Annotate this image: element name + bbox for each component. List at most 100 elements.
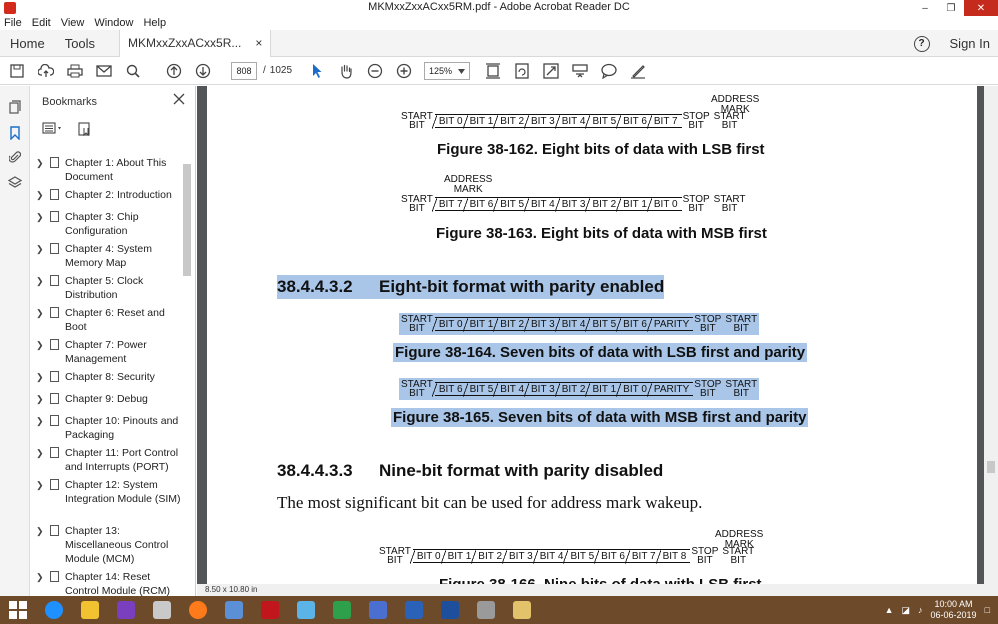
stop-bit: STOP BIT [682, 111, 710, 131]
close-panel-icon[interactable] [173, 92, 185, 109]
zoom-out-icon[interactable] [366, 62, 384, 80]
next-page-icon[interactable] [194, 62, 212, 80]
bookmark-item[interactable]: ❯ Chapter 11: Port Control and Interrupts… [36, 446, 182, 474]
chevron-right-icon[interactable]: ❯ [36, 370, 48, 384]
dev-app-icon[interactable] [432, 596, 468, 624]
bookmark-item[interactable]: ❯ Chapter 8: Security [36, 370, 182, 384]
bookmarks-scrollbar[interactable] [183, 152, 191, 592]
tab-bar-right: ? Sign In [913, 30, 990, 57]
bookmark-item[interactable]: ❯ Chapter 12: System Integration Module (… [36, 478, 182, 506]
stop-bit: STOP BIT [691, 546, 719, 566]
chevron-right-icon[interactable]: ❯ [36, 446, 48, 474]
attachments-icon[interactable] [8, 150, 22, 164]
help-icon[interactable]: ? [913, 35, 930, 52]
firefox-icon[interactable] [180, 596, 216, 624]
bookmarks-scroll-thumb[interactable] [183, 164, 191, 276]
hand-tool-icon[interactable] [337, 62, 355, 80]
bookmark-item[interactable]: ❯ Chapter 5: Clock Distribution [36, 274, 182, 302]
document-scroll-thumb[interactable] [987, 461, 995, 473]
menu-view[interactable]: View [61, 17, 85, 29]
new-bookmark-icon[interactable] [78, 122, 92, 139]
menu-help[interactable]: Help [143, 17, 166, 29]
chevron-right-icon[interactable]: ❯ [36, 188, 48, 202]
page-separator: / [263, 65, 266, 76]
tray-chevron-icon[interactable]: ▲ [885, 605, 894, 615]
restore-button[interactable]: ❐ [938, 0, 964, 16]
minimize-button[interactable]: – [912, 0, 938, 16]
chevron-right-icon[interactable]: ❯ [36, 414, 48, 442]
acrobat-taskbar-icon[interactable] [252, 596, 288, 624]
network-app-icon[interactable] [216, 596, 252, 624]
email-icon[interactable] [95, 62, 113, 80]
bookmark-item[interactable]: ❯ Chapter 14: Reset Control Module (RCM) [36, 570, 182, 598]
tab-document[interactable]: MKMxxZxxACxx5R... × [119, 29, 272, 57]
chevron-right-icon[interactable]: ❯ [36, 210, 48, 238]
select-cursor-icon[interactable] [308, 62, 326, 80]
volume-icon[interactable]: ♪ [918, 605, 923, 615]
document-horizontal-scrollbar[interactable] [197, 584, 998, 596]
bookmark-item[interactable]: ❯ Chapter 9: Debug [36, 392, 182, 406]
previous-page-icon[interactable] [165, 62, 183, 80]
rotate-icon[interactable] [513, 62, 531, 80]
bookmark-item[interactable]: ❯ Chapter 10: Pinouts and Packaging [36, 414, 182, 442]
menu-edit[interactable]: Edit [32, 17, 51, 29]
bookmark-options-icon[interactable] [42, 122, 64, 139]
chevron-right-icon[interactable]: ❯ [36, 478, 48, 506]
close-tab-icon[interactable]: × [255, 36, 262, 50]
upload-cloud-icon[interactable] [37, 62, 55, 80]
bookmark-item[interactable]: ❯ Chapter 3: Chip Configuration [36, 210, 182, 238]
notes-app-icon[interactable] [288, 596, 324, 624]
comment-icon[interactable] [600, 62, 618, 80]
bookmark-item[interactable]: ❯ Chapter 1: About This Document [36, 156, 182, 184]
page-number-input[interactable]: 808 [231, 61, 257, 80]
bookmark-item[interactable]: ❯ Chapter 4: System Memory Map [36, 242, 182, 270]
chevron-right-icon[interactable]: ❯ [36, 242, 48, 270]
clock[interactable]: 10:00 AM 06-06-2019 [931, 599, 977, 621]
menu-window[interactable]: Window [94, 17, 133, 29]
document-vertical-scrollbar[interactable] [984, 86, 998, 584]
save-app-icon[interactable] [108, 596, 144, 624]
notifications-icon[interactable]: □ [985, 605, 990, 615]
search-icon[interactable] [124, 62, 142, 80]
file-explorer-icon[interactable] [72, 596, 108, 624]
green-app-icon[interactable] [324, 596, 360, 624]
bookmark-item[interactable]: ❯ Chapter 2: Introduction [36, 188, 182, 202]
start-bit: START BIT [401, 379, 433, 399]
page-thumbnails-icon[interactable] [8, 100, 22, 114]
close-window-button[interactable]: ✕ [964, 0, 998, 16]
virtualbox-icon[interactable] [396, 596, 432, 624]
save-icon[interactable] [8, 62, 26, 80]
layers-icon[interactable] [8, 176, 22, 190]
menu-file[interactable]: File [4, 17, 22, 29]
print-icon[interactable] [66, 62, 84, 80]
chevron-right-icon[interactable]: ❯ [36, 274, 48, 302]
chevron-right-icon[interactable]: ❯ [36, 338, 48, 366]
internet-explorer-icon[interactable] [36, 596, 72, 624]
start-button[interactable] [0, 596, 36, 624]
sign-in-link[interactable]: Sign In [950, 36, 990, 51]
tab-tools[interactable]: Tools [55, 36, 105, 51]
zoom-select[interactable]: 125% [424, 61, 471, 80]
bookmark-item[interactable]: ❯ Chapter 13: Miscellaneous Control Modul… [36, 524, 182, 566]
zoom-in-icon[interactable] [395, 62, 413, 80]
bookmark-panel-icon[interactable] [8, 126, 22, 140]
chevron-right-icon[interactable]: ❯ [36, 156, 48, 184]
full-screen-icon[interactable] [542, 62, 560, 80]
folder-app-icon[interactable] [504, 596, 540, 624]
bookmark-item[interactable]: ❯ Chapter 6: Reset and Boot [36, 306, 182, 334]
chip-app-icon[interactable] [468, 596, 504, 624]
chevron-right-icon[interactable]: ❯ [36, 306, 48, 334]
network-icon[interactable]: ◪ [902, 605, 911, 616]
tab-home[interactable]: Home [0, 36, 55, 51]
chevron-right-icon[interactable]: ❯ [36, 570, 48, 598]
sign-pen-icon[interactable] [629, 62, 647, 80]
menu-bar: File Edit View Window Help [0, 16, 998, 30]
keyboard-app-icon[interactable] [144, 596, 180, 624]
bookmark-item[interactable]: ❯ Chapter 7: Power Management [36, 338, 182, 366]
fit-page-icon[interactable] [484, 62, 502, 80]
tools-app-icon[interactable] [360, 596, 396, 624]
chevron-right-icon[interactable]: ❯ [36, 392, 48, 406]
scroll-mode-icon[interactable] [571, 62, 589, 80]
chevron-right-icon[interactable]: ❯ [36, 524, 48, 566]
zoom-value: 125% [429, 65, 453, 76]
